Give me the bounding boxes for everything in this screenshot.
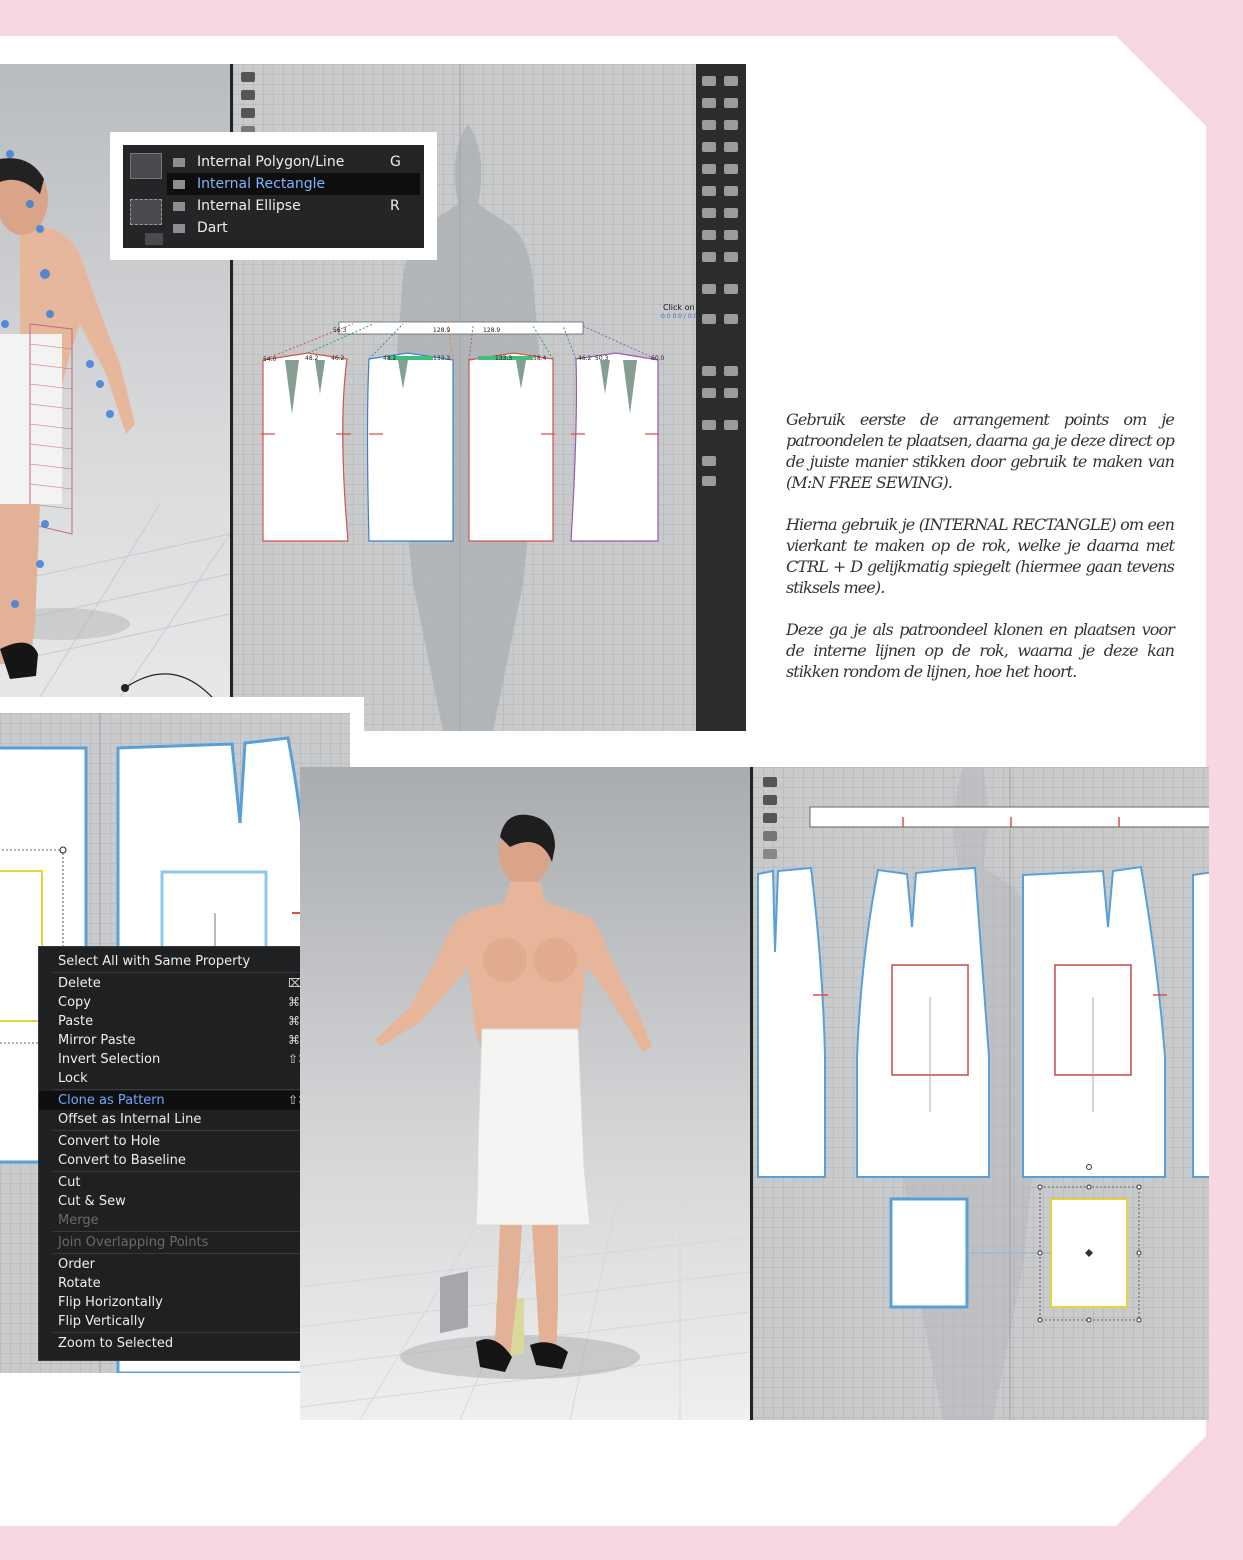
context-menu: Select All with Same Property› Delete⌦ C… [38,946,342,1361]
cloned-pattern-piece[interactable] [889,1197,969,1309]
copy-tool-icon[interactable] [763,831,777,841]
pattern-piece-b1[interactable] [757,866,826,1178]
menu-label: Convert to Baseline [58,1153,186,1168]
menu-item-copy[interactable]: Copy ⌘C [39,993,341,1012]
menu-item-flip-vertically[interactable]: Flip Vertically [39,1312,341,1331]
pattern-2d-viewport-bottom[interactable] [750,767,1209,1420]
menu-label: Offset as Internal Line [58,1112,202,1127]
pattern-piece-b3[interactable] [1022,865,1166,1178]
menu-item-convert-to-baseline[interactable]: Convert to Baseline [39,1151,341,1170]
menu-label: Join Overlapping Points [58,1235,209,1250]
menu-separator [53,1130,341,1131]
floor-marker-grey [440,1271,468,1334]
lock-icon[interactable] [763,849,777,859]
menu-item-zoom-to-selected[interactable]: Zoom to Selected [39,1334,341,1353]
menu-label: Cut [58,1175,81,1190]
menu-label: Invert Selection [58,1052,161,1067]
menu-item-merge: Merge [39,1211,341,1230]
menu-label: Rotate [58,1276,101,1291]
menu-item-mirror-paste[interactable]: Mirror Paste ⌘R [39,1031,341,1050]
waistband-piece-bottom[interactable] [809,806,1209,828]
menu-label: Flip Horizontally [58,1295,163,1310]
pattern-piece-b2[interactable] [856,866,990,1178]
menu-item-rotate[interactable]: Rotate› [39,1274,341,1293]
menu-label: Zoom to Selected [58,1336,174,1351]
select-tool-icon[interactable] [763,777,777,787]
menu-label: Merge [58,1213,99,1228]
menu-separator [53,1332,341,1333]
menu-item-cut[interactable]: Cut [39,1173,341,1192]
skirt-3d-bottom [475,1028,591,1226]
context-menu-items: Select All with Same Property› Delete⌦ C… [39,952,341,1353]
menu-item-paste[interactable]: Paste ⌘V [39,1012,341,1031]
menu-label: Clone as Pattern [58,1093,165,1108]
menu-label: Select All with Same Property [58,954,251,969]
menu-separator [53,1231,341,1232]
transform-tool-icon[interactable] [763,795,777,805]
menu-label: Lock [58,1071,88,1086]
menu-label: Flip Vertically [58,1314,146,1329]
menu-item-lock[interactable]: Lock [39,1069,341,1088]
menu-label: Mirror Paste [58,1033,136,1048]
menu-label: Copy [58,995,91,1010]
menu-item-flip-horizontally[interactable]: Flip Horizontally [39,1293,341,1312]
menu-separator [53,1171,341,1172]
menu-separator [53,972,341,973]
sewing-tool-icon[interactable] [763,813,777,823]
pattern-canvas-bottom [757,767,1209,1420]
menu-label: Convert to Hole [58,1134,161,1149]
menu-item-select-all-same-property[interactable]: Select All with Same Property› [39,952,341,971]
menu-item-cut-and-sew[interactable]: Cut & Sew [39,1192,341,1211]
menu-item-join-overlapping-points: Join Overlapping Points [39,1233,341,1252]
avatar-3d-viewport-bottom[interactable] [300,767,750,1420]
menu-item-order[interactable]: Order› [39,1255,341,1274]
menu-separator [53,1253,341,1254]
avatar-scene-bottom [300,814,750,1420]
menu-item-clone-as-pattern[interactable]: Clone as Pattern⇧⌘C [39,1091,341,1110]
connector-dot-start [121,684,129,692]
menu-label: Cut & Sew [58,1194,126,1209]
menu-label: Order [58,1257,95,1272]
menu-label: Paste [58,1014,94,1029]
menu-item-invert-selection[interactable]: Invert Selection⇧⌘I [39,1050,341,1069]
menu-separator [53,1089,341,1090]
menu-item-convert-to-hole[interactable]: Convert to Hole [39,1132,341,1151]
menu-label: Delete [58,976,101,991]
menu-item-offset-internal-line[interactable]: Offset as Internal Line [39,1110,341,1129]
bottom-pattern-tools [763,777,779,867]
menu-item-delete[interactable]: Delete ⌦ [39,974,341,993]
